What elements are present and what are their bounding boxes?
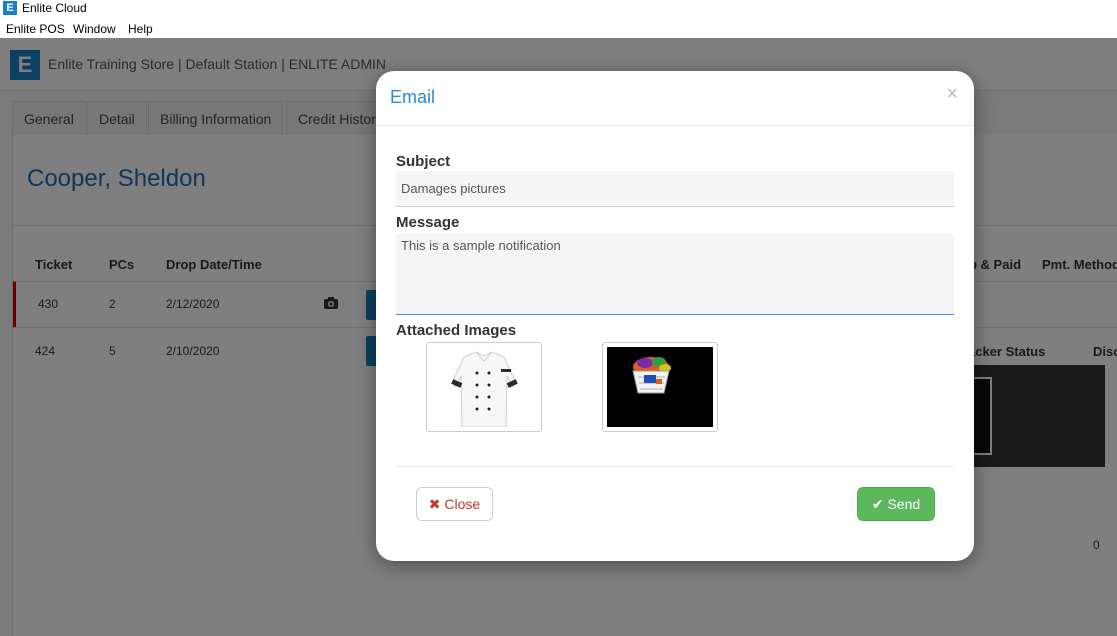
send-button[interactable]: ✔ Send [857, 487, 935, 521]
message-label: Message [396, 214, 460, 231]
window-titlebar: E Enlite Cloud [0, 0, 1117, 18]
email-modal: Email × Subject Message This is a sample… [376, 71, 974, 561]
times-icon: ✖ [428, 496, 441, 512]
attached-image-thumbnail[interactable] [426, 342, 542, 432]
window-title: Enlite Cloud [22, 1, 87, 15]
modal-header: Email × [376, 71, 974, 126]
menu-bar: Enlite POS Window Help [0, 18, 1117, 38]
attached-image-thumbnail[interactable] [602, 342, 718, 432]
subject-input[interactable] [396, 171, 954, 207]
menu-help[interactable]: Help [128, 22, 153, 36]
close-button[interactable]: ✖ Close [416, 487, 493, 521]
message-textarea[interactable]: This is a sample notification [396, 234, 954, 315]
close-button-label: Close [444, 496, 481, 512]
menu-enlite-pos[interactable]: Enlite POS [6, 22, 65, 36]
attached-images-label: Attached Images [396, 322, 517, 339]
send-button-label: Send [887, 496, 921, 512]
close-icon[interactable]: × [946, 83, 958, 106]
modal-footer-divider [396, 466, 954, 467]
check-icon: ✔ [871, 496, 884, 512]
subject-label: Subject [396, 153, 451, 170]
chef-jacket-image [431, 347, 537, 428]
menu-window[interactable]: Window [73, 22, 116, 36]
app-logo-icon: E [3, 1, 17, 15]
laundry-basket-image [607, 347, 713, 427]
modal-title: Email [390, 87, 436, 107]
